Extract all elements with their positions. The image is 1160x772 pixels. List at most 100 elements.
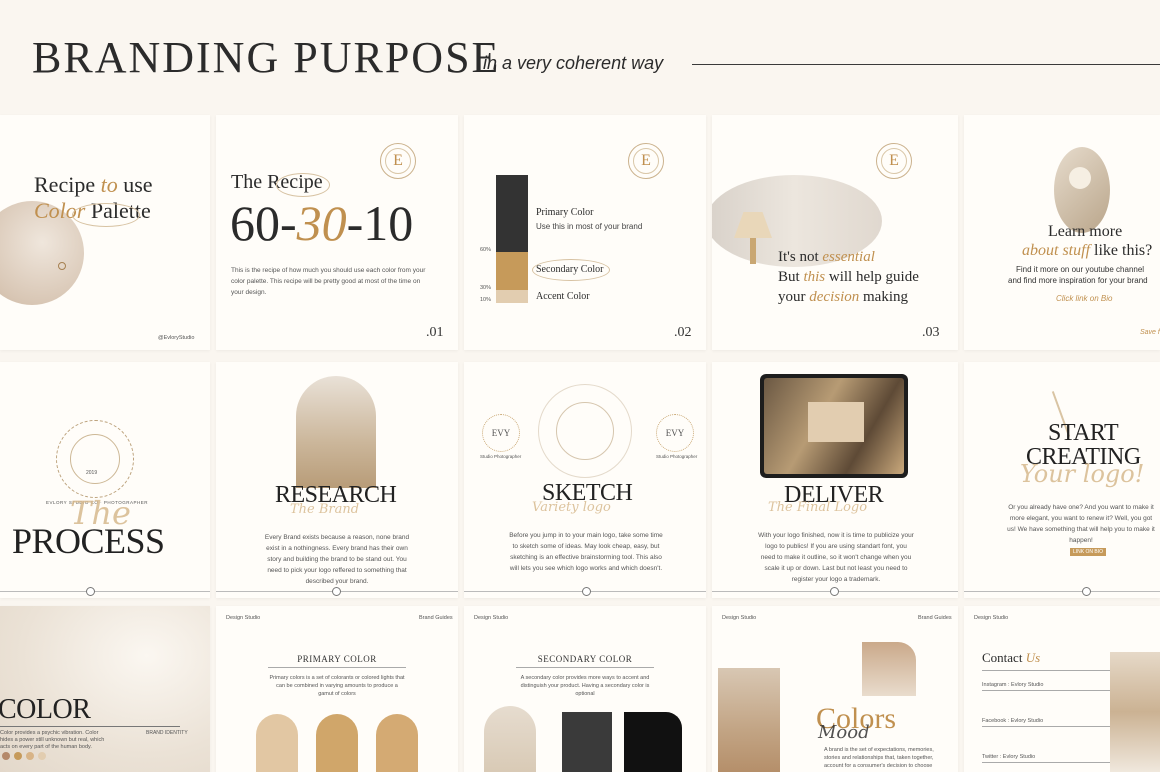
swatch-caramel [316, 714, 358, 772]
color-divider [0, 726, 180, 727]
swatch-black [624, 712, 682, 772]
color-desc: Color provides a psychic vibration. Colo… [0, 730, 105, 750]
facebook-link[interactable]: Facebook : Evlory Studio [982, 718, 1043, 724]
sketch-grid-inner [556, 402, 614, 460]
slide-primary-color[interactable]: Design Studio Brand Guides PRIMARY COLOR… [216, 606, 458, 772]
slide-the-recipe[interactable]: E The Recipe 60-30-10 This is the recipe… [216, 115, 458, 350]
slide-start-creating[interactable]: START CREATING Your logo! Or you already… [964, 362, 1160, 598]
title-part: use [117, 172, 153, 197]
learn-desc-2: and find more inspiration for your brand [1008, 276, 1148, 285]
pampas-arch-photo [296, 376, 376, 488]
mood-desc: A brand is the set of expectations, memo… [824, 747, 934, 769]
quote-accent: this [803, 269, 826, 285]
slide-quote: It's not essential But this will help gu… [778, 247, 919, 307]
process-title: PROCESS [12, 521, 165, 561]
swatch-lamp-photo [484, 706, 536, 772]
pct-30: 30% [480, 285, 492, 291]
slide-not-essential[interactable]: E It's not essential But this will help … [712, 115, 958, 350]
start-script: Your logo! [1020, 460, 1145, 488]
page-number: .03 [922, 325, 940, 340]
timeline-node[interactable] [332, 587, 341, 596]
badge-text: EVY [665, 428, 685, 438]
design-studio-label: Design Studio [722, 615, 757, 621]
monogram-seal: E [876, 143, 912, 179]
slide-research[interactable]: RESEARCH The Brand Every Brand exists be… [216, 362, 458, 598]
timeline-node[interactable] [1082, 587, 1091, 596]
sketch-script: Variety logo [532, 500, 611, 515]
slide-colors-mood[interactable]: Design Studio Brand Guides Colors Mood A… [712, 606, 958, 772]
primary-color-label: Primary Color [536, 207, 594, 218]
brand-identity-tag: BRAND IDENTITY [146, 730, 188, 736]
page-number: .02 [674, 325, 692, 340]
title-part: Recipe [34, 172, 101, 197]
timeline-node[interactable] [830, 587, 839, 596]
contact-divider [982, 726, 1110, 727]
light-bulb-icon [1069, 167, 1091, 189]
ratio-numbers: 60-30-10 [230, 193, 413, 253]
secondary-color-title: SECONDARY COLOR [537, 654, 633, 664]
monogram-seal: E [380, 143, 416, 179]
header: BRANDING PURPOSE in a very coherent way [0, 0, 1160, 115]
bio-link[interactable]: Click link on Bio [1056, 294, 1112, 303]
learn-text: like this? [1090, 242, 1153, 259]
monogram-seal: E [628, 143, 664, 179]
quote-text: your [778, 289, 810, 305]
research-body: Every Brand exists because a reason, non… [264, 534, 410, 585]
page-number: .01 [426, 325, 444, 340]
timeline-node[interactable] [582, 587, 591, 596]
secondary-oval [532, 259, 610, 281]
title-oval [72, 203, 140, 227]
start-line1: START [1048, 420, 1119, 446]
primary-color-title: PRIMARY COLOR [297, 654, 377, 664]
deliver-script: The Final Logo [768, 500, 868, 515]
twitter-link[interactable]: Twitter : Evlory Studio [982, 754, 1035, 760]
title-accent: to [100, 172, 118, 197]
design-studio-label: Design Studio [974, 615, 1009, 621]
mood-script: Mood [818, 722, 870, 743]
slide-deliver[interactable]: DELIVER The Final Logo With your logo fi… [712, 362, 958, 598]
quote-accent: decision [809, 289, 860, 305]
start-body: Or you already have one? And you want to… [1007, 504, 1155, 544]
studio-seal-inner [70, 434, 120, 484]
slide-color-ratio[interactable]: E 60% 30% 10% Primary Color Use this in … [464, 115, 706, 350]
contact-accent: Us [1025, 650, 1041, 665]
swatch-charcoal [562, 712, 612, 772]
contact-divider [982, 690, 1110, 691]
ratio-10: -10 [346, 195, 414, 251]
header-divider [692, 64, 1160, 65]
secondary-color-desc: A secondary color provides more ways to … [520, 675, 650, 697]
contact-photo [1110, 652, 1160, 772]
timeline-node[interactable] [86, 587, 95, 596]
timeline [964, 587, 1160, 596]
contact-text: Contact [982, 650, 1026, 665]
slide-sketch[interactable]: EVY Studio Photographer EVY Studio Photo… [464, 362, 706, 598]
learn-more-line1: Learn more [1048, 223, 1123, 240]
color-title: COLOR [0, 694, 91, 725]
swatch-tan [376, 714, 418, 772]
link-on-bio-button[interactable]: LINK ON BIO [1070, 548, 1107, 556]
contact-divider [982, 762, 1110, 763]
sketch-body: Before you jump in to your main logo, ta… [509, 532, 663, 572]
swatch-dot-1 [2, 752, 10, 760]
studio-handle: @EvloryStudio [158, 335, 195, 341]
primary-color-desc: Use this in most of your brand [536, 222, 643, 231]
learn-desc-1: Find it more on our youtube channel [1016, 265, 1145, 274]
swatch-dot-4 [38, 752, 46, 760]
mood-photo-model [862, 642, 916, 696]
contact-title: Contact Us [982, 650, 1040, 666]
quote-accent: essential [822, 249, 875, 265]
page-title: BRANDING PURPOSE [32, 33, 501, 82]
slide-contact-us[interactable]: Design Studio Contact Us Instagram : Evl… [964, 606, 1160, 772]
slide-recipe-intro[interactable]: Recipe to use Color Palette @EvloryStudi… [0, 115, 210, 350]
accent-color-label: Accent Color [536, 291, 590, 302]
timeline [0, 587, 210, 596]
slide-color[interactable]: COLOR Color provides a psychic vibration… [0, 606, 210, 772]
recipe-body: This is the recipe of how much you shoul… [231, 267, 426, 296]
slide-secondary-color[interactable]: Design Studio SECONDARY COLOR A secondar… [464, 606, 706, 772]
slide-the-process[interactable]: 2019 EVLORY STUDIO CO · PHOTOGRAPHER The… [0, 362, 210, 598]
quote-text: But [778, 269, 804, 285]
business-card [808, 402, 864, 442]
instagram-link[interactable]: Instagram : Evlory Studio [982, 682, 1043, 688]
slide-learn-more[interactable]: Learn more about stuff like this? Find i… [964, 115, 1160, 350]
badge-sub-right: Studio Photographer [656, 454, 698, 459]
